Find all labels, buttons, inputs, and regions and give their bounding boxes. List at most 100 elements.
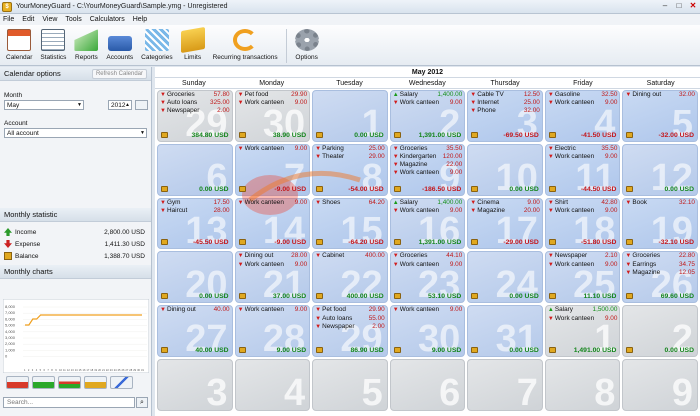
transaction-row[interactable]: ▼ Work canteen 9.00: [391, 99, 465, 107]
day-cell[interactable]: 11 ▼ Electric 35.50 ▼ Work canteen 9.00 -44.50 …: [544, 143, 621, 196]
transaction-row[interactable]: ▼ Gasoline 32.50: [546, 91, 620, 99]
accounts-button[interactable]: Accounts: [102, 25, 137, 66]
transaction-row[interactable]: ▼ Dining out 32.00: [623, 91, 697, 99]
day-cell[interactable]: 29 ▼ Pet food 29.90 ▼ Auto loans 55.00 ▼ Newspap…: [312, 305, 388, 358]
balance-chart-button[interactable]: [84, 376, 107, 389]
search-button[interactable]: ⌕: [136, 397, 148, 408]
day-cell[interactable]: 15 ▼ Shoes 64.20 -64.20 USD: [312, 197, 388, 250]
day-cell[interactable]: 22 ▼ Cabinet 400.00 400.00 USD: [312, 251, 388, 304]
month-select[interactable]: May ▼: [4, 100, 84, 110]
transaction-row[interactable]: ▼ Shirt 42.80: [546, 199, 620, 207]
close-button[interactable]: ✕: [686, 1, 700, 12]
day-cell[interactable]: 2 0.00 USD: [622, 305, 698, 358]
day-cell[interactable]: 16 ▲ Salary 1,400.00 ▼ Work canteen 9.00 1,391.…: [389, 197, 466, 250]
day-cell[interactable]: 24 0.00 USD: [467, 251, 543, 304]
mixed-chart-button[interactable]: [58, 376, 81, 389]
transaction-row[interactable]: ▼ Work canteen 9.00: [391, 207, 465, 215]
transaction-row[interactable]: ▼ Internet 25.00: [468, 99, 542, 107]
day-cell[interactable]: 12 0.00 USD: [622, 143, 698, 196]
options-button[interactable]: Options: [291, 25, 323, 66]
day-cell[interactable]: 8: [544, 359, 621, 411]
transaction-row[interactable]: ▼ Newspaper 2.10: [546, 252, 620, 260]
transaction-row[interactable]: ▼ Parking 25.00: [313, 145, 387, 153]
transaction-row[interactable]: ▼ Gym 17.50: [158, 199, 232, 207]
reports-button[interactable]: Reports: [70, 25, 102, 66]
menu-tools[interactable]: Tools: [65, 16, 81, 23]
transaction-row[interactable]: ▼ Theater 29.00: [313, 153, 387, 161]
menu-edit[interactable]: Edit: [22, 16, 34, 23]
bar-chart-button[interactable]: [6, 376, 29, 389]
calendar-button[interactable]: Calendar: [2, 25, 36, 66]
day-cell[interactable]: 18 ▼ Shirt 42.80 ▼ Work canteen 9.00 -51.80 USD: [544, 197, 621, 250]
menu-calculators[interactable]: Calculators: [90, 16, 125, 23]
transaction-row[interactable]: ▼ Pet food 29.90: [313, 306, 387, 314]
day-cell[interactable]: 2 ▲ Salary 1,400.00 ▼ Work canteen 9.00 1,391.0…: [389, 90, 466, 142]
transaction-row[interactable]: ▼ Work canteen 9.00: [236, 306, 310, 314]
day-cell[interactable]: 21 ▼ Dining out 28.00 ▼ Work canteen 9.00 37.00…: [234, 251, 311, 304]
maximize-button[interactable]: □: [672, 1, 686, 12]
day-cell[interactable]: 7 ▼ Work canteen 9.00 -9.00 USD: [234, 143, 311, 196]
transaction-row[interactable]: ▼ Magazine 20.00: [468, 207, 542, 215]
income-chart-button[interactable]: [32, 376, 55, 389]
day-cell[interactable]: 30 ▼ Pet food 29.90 ▼ Work canteen 9.00 38.90 U…: [234, 90, 311, 142]
day-cell[interactable]: 25 ▼ Newspaper 2.10 ▼ Work canteen 9.00 11.10 U…: [544, 251, 621, 304]
transaction-row[interactable]: ▼ Work canteen 9.00: [391, 261, 465, 269]
transaction-row[interactable]: ▼ Cabinet 400.00: [313, 252, 387, 260]
day-cell[interactable]: 20 0.00 USD: [157, 251, 233, 304]
menu-file[interactable]: File: [3, 16, 14, 23]
day-cell[interactable]: 23 ▼ Groceries 44.10 ▼ Work canteen 9.00 53.10 …: [389, 251, 466, 304]
day-cell[interactable]: 3 ▼ Cable TV 12.50 ▼ Internet 25.00 ▼ Phone 32.00…: [467, 90, 543, 142]
day-cell[interactable]: 6 0.00 USD: [157, 143, 233, 196]
day-cell[interactable]: 5: [312, 359, 388, 411]
day-cell[interactable]: 19 ▼ Book 32.10 -32.10 USD: [622, 197, 698, 250]
transaction-row[interactable]: ▼ Pet food 29.90: [236, 91, 310, 99]
transaction-row[interactable]: ▼ Groceries 35.50: [391, 145, 465, 153]
day-cell[interactable]: 14 ▼ Work canteen 9.00 -9.00 USD: [234, 197, 311, 250]
day-cell[interactable]: 31 0.00 USD: [467, 305, 543, 358]
year-spinner[interactable]: 2012 ▲: [108, 100, 132, 110]
day-cell[interactable]: 10 0.00 USD: [467, 143, 543, 196]
day-cell[interactable]: 7: [467, 359, 543, 411]
transaction-row[interactable]: ▼ Work canteen 9.00: [391, 306, 465, 314]
transaction-row[interactable]: ▼ Auto loans 325.00: [158, 99, 232, 107]
day-cell[interactable]: 30 ▼ Work canteen 9.00 9.00 USD: [389, 305, 466, 358]
refresh-calendar-button[interactable]: Refresh Calendar: [91, 69, 147, 79]
transaction-row[interactable]: ▼ Groceries 22.80: [623, 252, 697, 260]
transaction-row[interactable]: ▼ Work canteen 9.00: [546, 261, 620, 269]
transaction-row[interactable]: ▼ Work canteen 9.00: [391, 169, 465, 177]
transaction-row[interactable]: ▼ Work canteen 9.00: [546, 99, 620, 107]
transaction-row[interactable]: ▼ Earrings 34.75: [623, 261, 697, 269]
transaction-row[interactable]: ▼ Work canteen 9.00: [546, 153, 620, 161]
transaction-row[interactable]: ▼ Groceries 57.80: [158, 91, 232, 99]
transaction-row[interactable]: ▼ Kindergarten 120.00: [391, 153, 465, 161]
day-cell[interactable]: 4: [234, 359, 311, 411]
transaction-row[interactable]: ▼ Work canteen 9.00: [236, 99, 310, 107]
transaction-row[interactable]: ▼ Newspaper 2.00: [313, 323, 387, 331]
transaction-row[interactable]: ▼ Phone 32.00: [468, 107, 542, 115]
transaction-row[interactable]: ▼ Cinema 9.00: [468, 199, 542, 207]
line-chart-button[interactable]: [110, 376, 133, 389]
transaction-row[interactable]: ▼ Magazine 12.05: [623, 269, 697, 277]
transaction-row[interactable]: ▼ Electric 35.50: [546, 145, 620, 153]
transaction-row[interactable]: ▼ Shoes 64.20: [313, 199, 387, 207]
day-cell[interactable]: 5 ▼ Dining out 32.00 -32.00 USD: [622, 90, 698, 142]
day-cell[interactable]: 1 ▲ Salary 1,500.00 ▼ Work canteen 9.00 1,491.0…: [544, 305, 621, 358]
day-cell[interactable]: 26 ▼ Groceries 22.80 ▼ Earrings 34.75 ▼ Magazine…: [622, 251, 698, 304]
categories-button[interactable]: Categories: [137, 25, 176, 66]
day-cell[interactable]: 3: [157, 359, 233, 411]
transaction-row[interactable]: ▼ Book 32.10: [623, 199, 697, 207]
minimize-button[interactable]: –: [658, 1, 672, 12]
date-picker-button[interactable]: [135, 100, 148, 110]
day-cell[interactable]: 17 ▼ Cinema 9.00 ▼ Magazine 20.00 -29.00 USD: [467, 197, 543, 250]
transaction-row[interactable]: ▲ Salary 1,500.00: [546, 306, 620, 314]
statistics-button[interactable]: Statistics: [36, 25, 70, 66]
day-cell[interactable]: 6: [389, 359, 466, 411]
day-cell[interactable]: 28 ▼ Work canteen 9.00 9.00 USD: [234, 305, 311, 358]
day-cell[interactable]: 4 ▼ Gasoline 32.50 ▼ Work canteen 9.00 -41.50 U…: [544, 90, 621, 142]
recurring-transactions-button[interactable]: Recurring transactions: [209, 25, 282, 66]
day-cell[interactable]: 9 ▼ Groceries 35.50 ▼ Kindergarten 120.00 ▼ Maga…: [389, 143, 466, 196]
day-cell[interactable]: 1 0.00 USD: [312, 90, 388, 142]
account-select[interactable]: All account ▼: [4, 128, 147, 138]
search-input[interactable]: Search...: [3, 397, 135, 408]
transaction-row[interactable]: ▼ Groceries 44.10: [391, 252, 465, 260]
